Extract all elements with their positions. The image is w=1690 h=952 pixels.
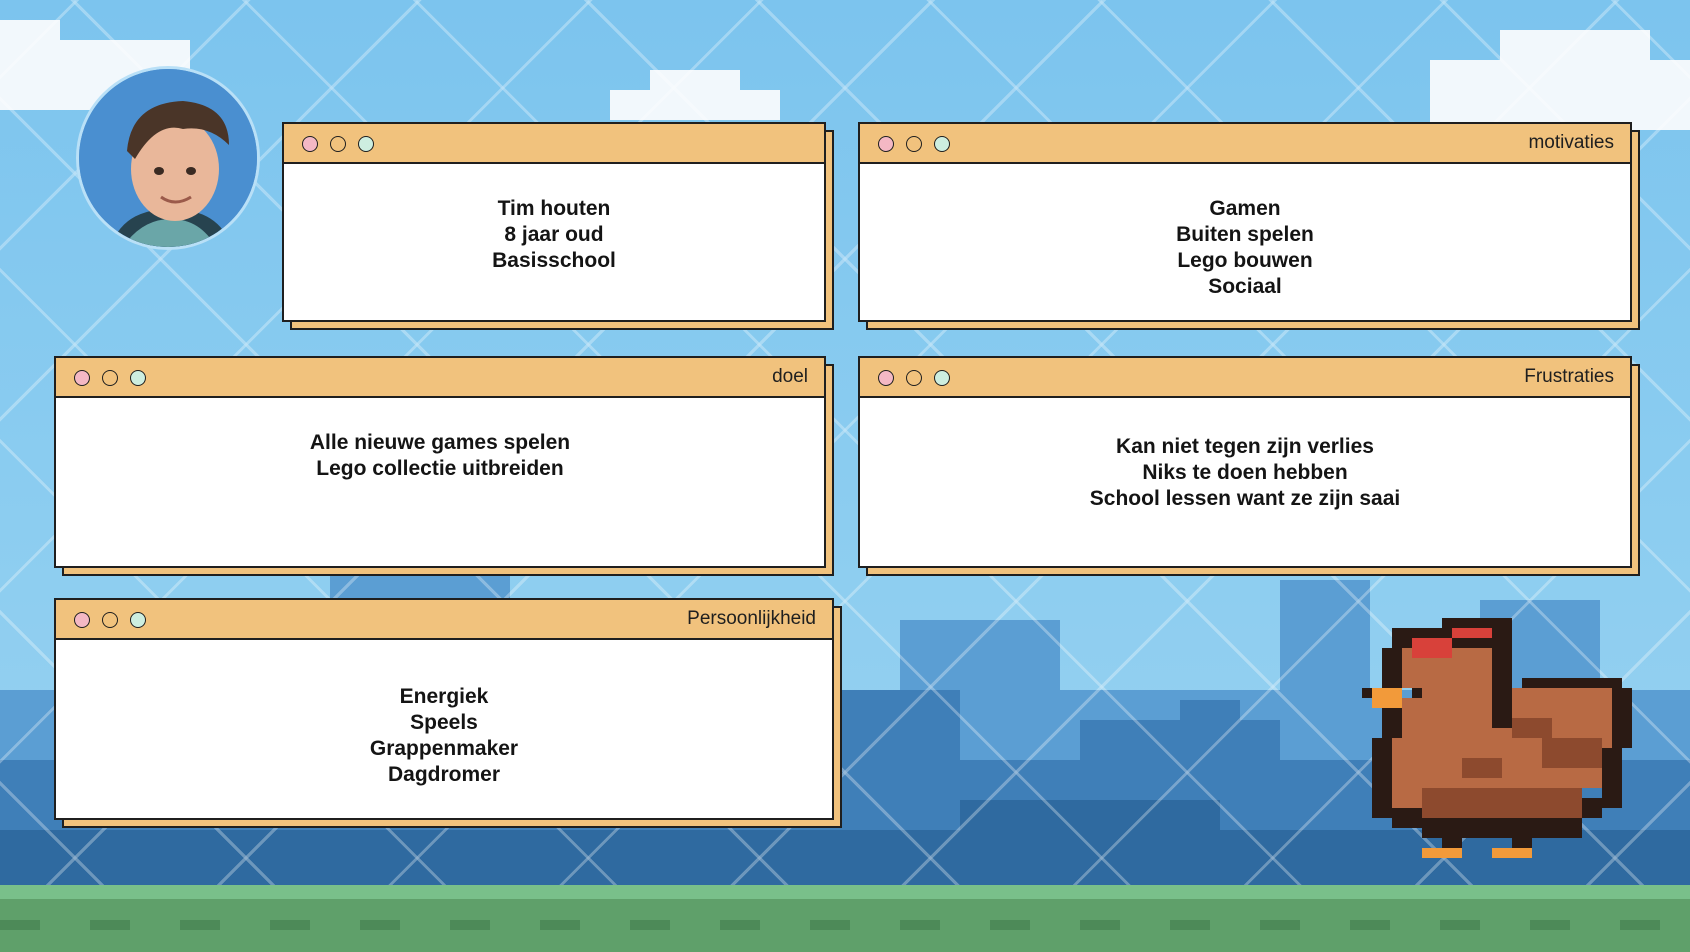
window-title-bar: Persoonlijkheid (56, 600, 832, 640)
persoonlijkheid-text: Energiek Speels Grappenmaker Dagdromer (56, 684, 832, 788)
profile-text: Tim houten 8 jaar oud Basisschool (284, 196, 824, 274)
profile-window: Tim houten 8 jaar oud Basisschool (282, 122, 834, 330)
window-title: Persoonlijkheid (687, 608, 816, 629)
motivaties-window: motivaties Gamen Buiten spelen Lego bouw… (858, 122, 1640, 330)
minimize-dot-icon[interactable] (906, 370, 922, 386)
list-item: Dagdromer (387, 763, 501, 786)
maximize-dot-icon[interactable] (358, 136, 374, 152)
window-title-bar: doel (56, 358, 824, 398)
window-frame: Frustraties Kan niet tegen zijn verlies … (858, 356, 1632, 568)
list-item: Kan niet tegen zijn verlies (1116, 435, 1374, 458)
profile-age: 8 jaar oud (504, 223, 604, 246)
list-item: Sociaal (1208, 275, 1282, 298)
minimize-dot-icon[interactable] (102, 370, 118, 386)
list-item: Buiten spelen (1176, 223, 1314, 246)
list-item: Grappenmaker (369, 737, 519, 760)
list-item: Niks te doen hebben (1142, 461, 1348, 484)
window-title-bar (284, 124, 824, 164)
avatar-photo-icon (79, 69, 257, 247)
maximize-dot-icon[interactable] (130, 612, 146, 628)
list-item: Alle nieuwe games spelen (309, 431, 571, 454)
ground-band (0, 920, 1690, 930)
list-item: Speels (410, 711, 478, 734)
window-title-bar: Frustraties (860, 358, 1630, 398)
list-item: Energiek (399, 685, 489, 708)
frustraties-window: Frustraties Kan niet tegen zijn verlies … (858, 356, 1640, 576)
close-dot-icon[interactable] (878, 136, 894, 152)
list-item: Gamen (1209, 197, 1281, 220)
close-dot-icon[interactable] (302, 136, 318, 152)
persoonlijkheid-window: Persoonlijkheid Energiek Speels Grappenm… (54, 598, 842, 828)
motivaties-text: Gamen Buiten spelen Lego bouwen Sociaal (860, 196, 1630, 300)
window-frame: motivaties Gamen Buiten spelen Lego bouw… (858, 122, 1632, 322)
window-title: motivaties (1528, 132, 1614, 153)
minimize-dot-icon[interactable] (330, 136, 346, 152)
close-dot-icon[interactable] (878, 370, 894, 386)
window-frame: doel Alle nieuwe games spelen Lego colle… (54, 356, 826, 568)
window-frame: Tim houten 8 jaar oud Basisschool (282, 122, 826, 322)
close-dot-icon[interactable] (74, 370, 90, 386)
minimize-dot-icon[interactable] (102, 612, 118, 628)
maximize-dot-icon[interactable] (130, 370, 146, 386)
close-dot-icon[interactable] (74, 612, 90, 628)
window-title: Frustraties (1524, 366, 1614, 387)
window-frame: Persoonlijkheid Energiek Speels Grappenm… (54, 598, 834, 820)
frustraties-text: Kan niet tegen zijn verlies Niks te doen… (860, 434, 1630, 512)
list-item: Lego bouwen (1177, 249, 1313, 272)
list-item: School lessen want ze zijn saai (1089, 487, 1401, 510)
profile-name: Tim houten (497, 197, 611, 220)
minimize-dot-icon[interactable] (906, 136, 922, 152)
list-item: Lego collectie uitbreiden (316, 457, 564, 480)
maximize-dot-icon[interactable] (934, 370, 950, 386)
avatar (76, 66, 260, 250)
profile-school: Basisschool (492, 249, 616, 272)
window-title: doel (772, 366, 808, 387)
window-title-bar: motivaties (860, 124, 1630, 164)
doel-window: doel Alle nieuwe games spelen Lego colle… (54, 356, 834, 576)
doel-text: Alle nieuwe games spelen Lego collectie … (56, 430, 824, 482)
maximize-dot-icon[interactable] (934, 136, 950, 152)
pixel-chicken-icon (1362, 618, 1632, 858)
